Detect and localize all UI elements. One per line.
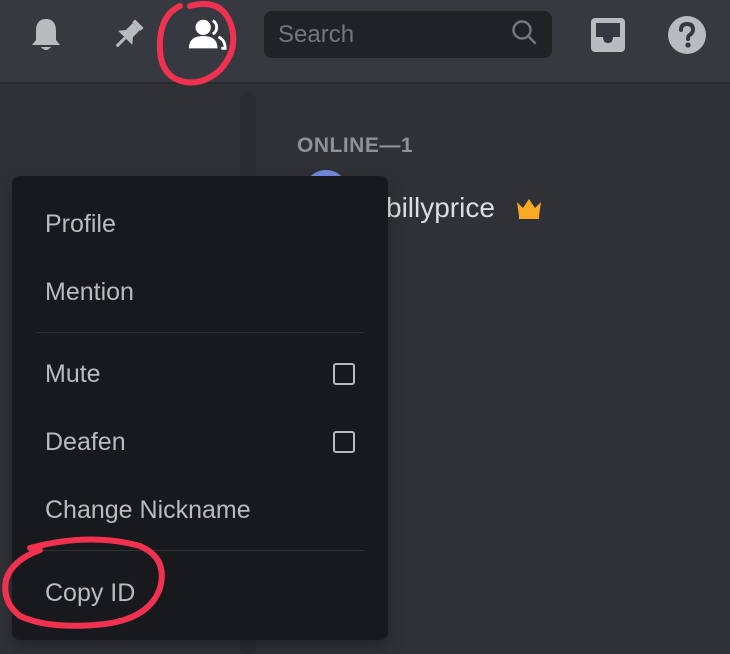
menu-item-label: Deafen [45, 427, 126, 456]
member-section-header: ONLINE—1 [297, 134, 414, 157]
bell-icon[interactable] [25, 14, 67, 56]
menu-item-label: Mute [45, 359, 101, 388]
menu-item-mute[interactable]: Mute [12, 342, 388, 406]
menu-item-copy-id[interactable]: Copy ID [12, 561, 388, 625]
help-icon[interactable] [666, 14, 708, 56]
menu-item-label: Copy ID [45, 578, 136, 607]
inbox-icon[interactable] [587, 14, 629, 56]
pin-icon[interactable] [107, 14, 149, 56]
menu-item-label: Mention [45, 277, 134, 306]
search-bar[interactable] [264, 11, 552, 58]
toolbar [0, 0, 730, 83]
members-icon[interactable] [186, 14, 228, 56]
search-input[interactable] [278, 20, 498, 49]
search-icon[interactable] [510, 18, 538, 51]
user-context-menu: Profile Mention Mute Deafen Change Nickn… [12, 176, 388, 640]
menu-divider [36, 332, 364, 333]
deafen-checkbox[interactable] [333, 431, 355, 453]
menu-item-label: Change Nickname [45, 495, 251, 524]
menu-item-mention[interactable]: Mention [12, 260, 388, 324]
member-name[interactable]: billyprice [386, 192, 495, 224]
menu-divider [36, 550, 364, 551]
mute-checkbox[interactable] [333, 363, 355, 385]
menu-item-profile[interactable]: Profile [12, 192, 388, 256]
menu-item-change-nickname[interactable]: Change Nickname [12, 478, 388, 542]
menu-item-deafen[interactable]: Deafen [12, 410, 388, 474]
menu-item-label: Profile [45, 209, 116, 238]
crown-icon [515, 196, 543, 225]
